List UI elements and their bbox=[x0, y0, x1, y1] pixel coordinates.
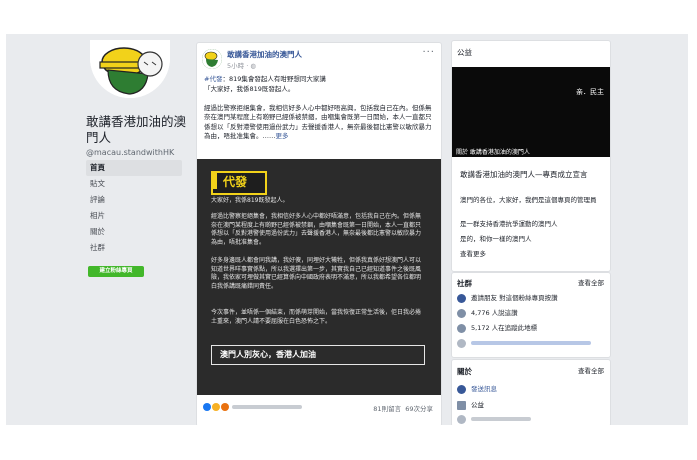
nav-item-posts[interactable]: 貼文 bbox=[86, 176, 182, 192]
image-title-bar bbox=[213, 173, 217, 189]
community-card: 社群 查看全部 邀請朋友 對這個粉絲專頁按讚 4,776 人說這讚 5,172 … bbox=[451, 272, 611, 358]
wow-reaction-icon[interactable] bbox=[212, 403, 220, 411]
post-greeting: 「大家好，我係819既發起人。 bbox=[204, 84, 295, 93]
page-about-title: 關於 bbox=[457, 367, 472, 376]
post-image[interactable]: 代發 大家好，我係819既發起人。 經過比警察拒絕集會，我相信好多人心中都好唔滿… bbox=[197, 159, 441, 395]
page-about-see-all[interactable]: 查看全部 bbox=[578, 366, 604, 376]
redacted-text bbox=[471, 417, 531, 421]
reactions-count-redacted bbox=[232, 405, 302, 409]
comments-shares: 81則留言 69次分享 bbox=[373, 403, 433, 413]
post-options-icon[interactable]: ··· bbox=[422, 47, 435, 58]
category-icon bbox=[457, 400, 466, 410]
public-label: 公益 bbox=[457, 48, 472, 57]
create-page-button[interactable]: 建立粉絲專頁 bbox=[88, 266, 144, 277]
image-line-greeting: 大家好，我係819既發起人。 bbox=[211, 197, 289, 204]
nav-item-home[interactable]: 首頁 bbox=[86, 160, 182, 176]
community-title: 社群 bbox=[457, 279, 472, 288]
community-see-all[interactable]: 查看全部 bbox=[578, 278, 604, 288]
about-see-more[interactable]: 查看更多 bbox=[460, 249, 486, 259]
followers-icon bbox=[457, 323, 466, 333]
followers-count: 5,172 人在追蹤此地標 bbox=[471, 324, 538, 332]
screenshot-border-top bbox=[0, 0, 697, 34]
info-icon bbox=[457, 414, 466, 424]
about-title[interactable]: 敢講香港加油的澳門人—專頁成立宣言 bbox=[460, 169, 604, 180]
page-avatar[interactable] bbox=[90, 40, 170, 98]
post-author-name[interactable]: 敢講香港加油的澳門人 bbox=[227, 49, 302, 60]
friends-row-redacted bbox=[457, 338, 591, 348]
page-handle: @macau.standwithHK bbox=[86, 148, 175, 157]
likes-row: 4,776 人說這讚 bbox=[457, 308, 518, 318]
messenger-icon bbox=[457, 384, 466, 394]
post-time-text: 5小時 bbox=[227, 62, 245, 70]
post-text: #代發：819集會發起人有咁野想同大家講 「大家好，我係819既發起人。 經過比… bbox=[204, 75, 436, 142]
comments-count[interactable]: 81則留言 bbox=[373, 405, 401, 413]
nav-item-about[interactable]: 關於 bbox=[86, 224, 182, 240]
post-author-avatar[interactable] bbox=[202, 49, 222, 69]
see-more-link[interactable]: 更多 bbox=[276, 132, 289, 140]
facebook-page-screenshot: 敢講香港加油的澳門人 @macau.standwithHK 首頁 貼文 評論 相… bbox=[0, 0, 697, 460]
nav-item-reviews[interactable]: 評論 bbox=[86, 192, 182, 208]
category-text: 公益 bbox=[471, 401, 484, 409]
about-line-2: 是一群支持香港抗爭運動的澳門人 bbox=[460, 220, 558, 228]
page-nav: 首頁 貼文 評論 相片 關於 社群 bbox=[86, 160, 182, 256]
post-headline: ：819集會發起人有咁野想同大家講 bbox=[222, 75, 326, 83]
page-name[interactable]: 敢講香港加油的澳門人 bbox=[86, 114, 190, 146]
likes-count: 4,776 人說這讚 bbox=[471, 309, 518, 317]
friends-icon bbox=[457, 338, 466, 348]
thumbs-up-icon bbox=[457, 308, 466, 318]
invite-icon bbox=[457, 293, 466, 303]
about-line-3: 是的，和你一樣的澳門人 bbox=[460, 235, 532, 243]
globe-icon: ◍ bbox=[250, 62, 257, 70]
send-message-text: 發送訊息 bbox=[471, 385, 497, 393]
cover-video[interactable]: 亲．民主 關於 敢講香港加油的澳門人 bbox=[452, 67, 610, 157]
redacted-row bbox=[457, 414, 531, 424]
post-body: 經過比警察拒絕集會，我相信好多人心中都好唔高興，包括我自己在內。但係無奈在澳門某… bbox=[204, 103, 432, 141]
image-paragraph-1: 經過比警察拒絕集會，我相信好多人心中都好唔滿意，包括我自己在內。但係無奈在澳門某… bbox=[211, 213, 422, 247]
post-stats: 81則留言 69次分享 bbox=[203, 403, 435, 415]
video-banner-text: 亲．民主 bbox=[576, 88, 604, 96]
about-line-1: 澳門的各位，大家好，我們是這個專頁的管理員 bbox=[460, 196, 597, 204]
screenshot-border-right bbox=[688, 0, 697, 460]
page-about-card: 關於 查看全部 發送訊息 公益 bbox=[451, 359, 611, 427]
invite-friends-row[interactable]: 邀請朋友 對這個粉絲專頁按讚 bbox=[457, 293, 558, 303]
friends-redacted bbox=[471, 341, 591, 345]
image-paragraph-2: 好多身邊既人都會同我講，我好傻，同埋好大犧牲，但係我真係好想澳門人可以知道世界咩… bbox=[211, 257, 422, 291]
shares-count[interactable]: 69次分享 bbox=[405, 405, 433, 413]
sad-reaction-icon[interactable] bbox=[221, 403, 229, 411]
image-paragraph-3: 今次事件，並唔係一個結束，而係萌芽開始，當我恢復正常生活後，佢日我必捲土重來，澳… bbox=[211, 309, 422, 325]
category-row: 公益 bbox=[457, 400, 484, 410]
send-message-row[interactable]: 發送訊息 bbox=[457, 384, 497, 394]
about-card: 公益 亲．民主 關於 敢講香港加油的澳門人 敢講香港加油的澳門人—專頁成立宣言 … bbox=[451, 40, 611, 272]
screenshot-border-bottom bbox=[0, 425, 697, 460]
nav-item-photos[interactable]: 相片 bbox=[86, 208, 182, 224]
image-footer-slogan: 澳門人別灰心，香港人加油 bbox=[211, 345, 425, 365]
hashtag-link[interactable]: #代發 bbox=[204, 75, 222, 83]
followers-row: 5,172 人在追蹤此地標 bbox=[457, 323, 537, 333]
post-timestamp[interactable]: 5小時 · ◍ bbox=[227, 60, 256, 70]
video-caption: 關於 敢講香港加油的澳門人 bbox=[456, 149, 530, 156]
nav-item-community[interactable]: 社群 bbox=[86, 240, 182, 256]
like-reaction-icon[interactable] bbox=[203, 403, 211, 411]
post-card: 敢講香港加油的澳門人 5小時 · ◍ ··· #代發：819集會發起人有咁野想同… bbox=[196, 42, 442, 427]
screenshot-border-left bbox=[0, 0, 6, 460]
invite-friends-text: 邀請朋友 對這個粉絲專頁按讚 bbox=[471, 294, 558, 302]
image-title: 代發 bbox=[223, 175, 248, 189]
